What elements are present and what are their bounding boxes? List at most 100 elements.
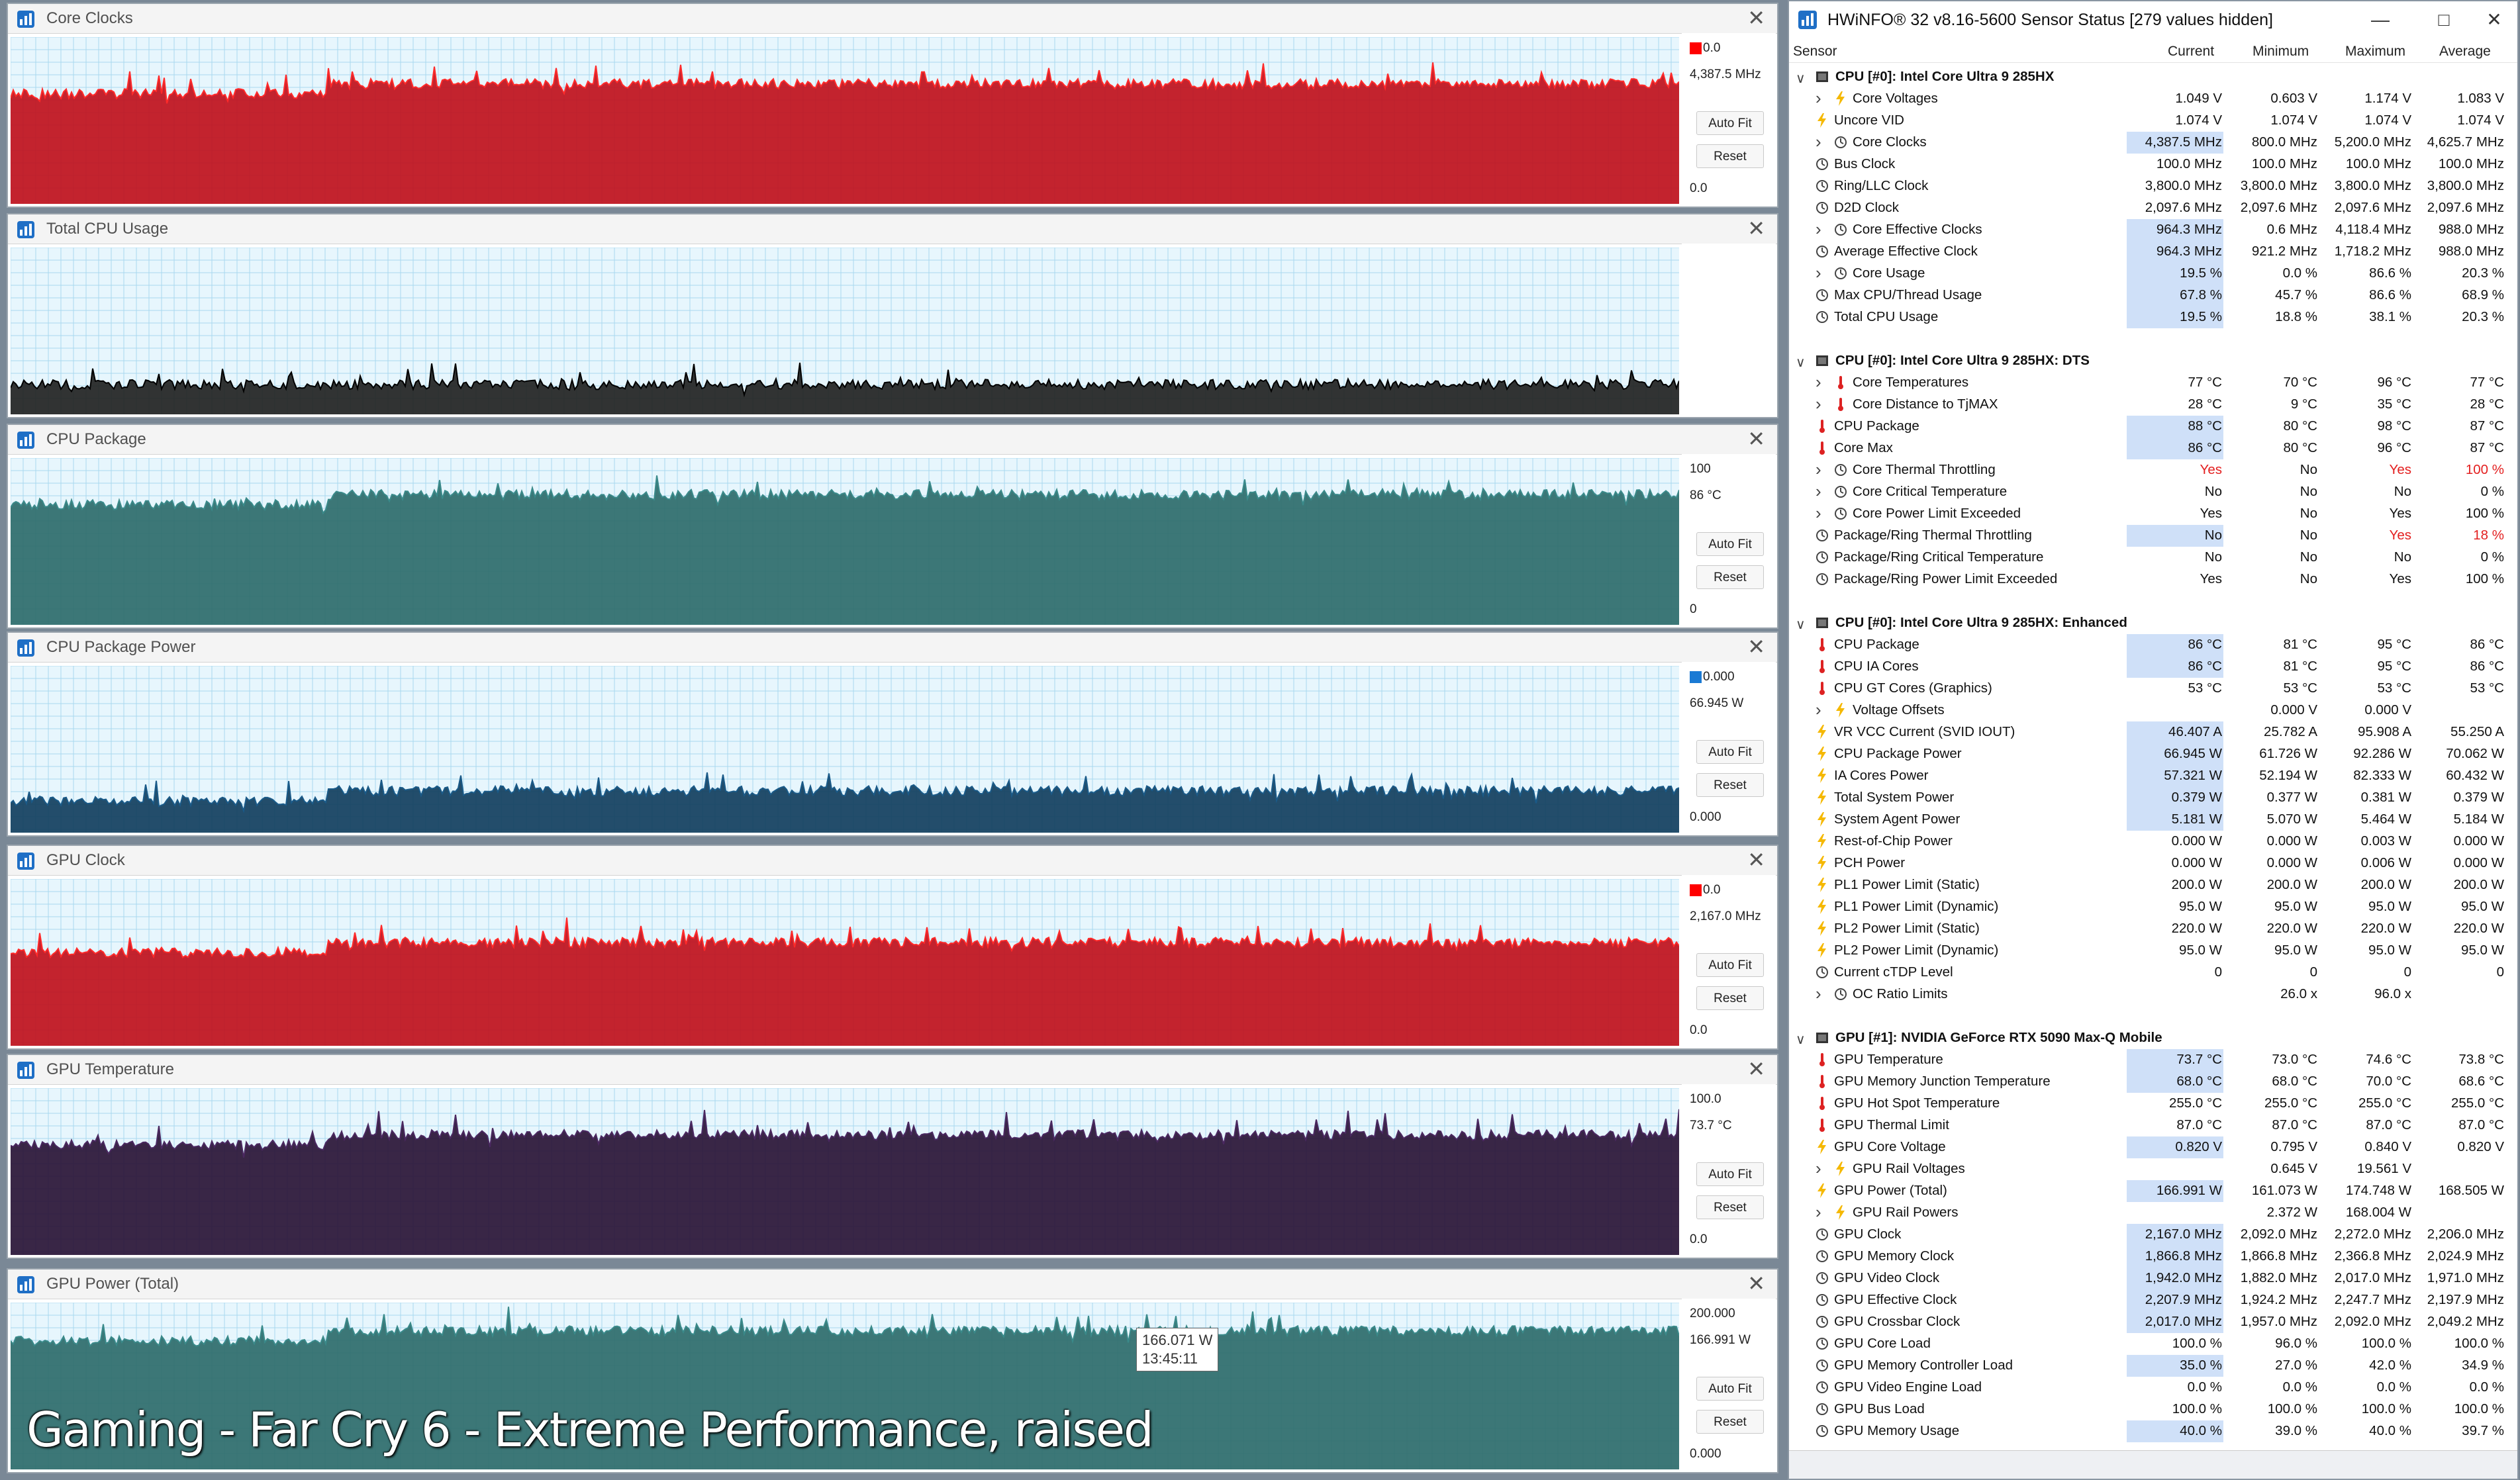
sensor-row[interactable]: Uncore VID 1.074 V 1.074 V 1.074 V 1.074 V — [1789, 110, 2517, 132]
sensor-row[interactable]: › GPU Rail Powers 2.372 W 168.004 W — [1789, 1202, 2517, 1224]
sensor-row[interactable]: CPU Package 88 °C 80 °C 98 °C 87 °C — [1789, 416, 2517, 438]
close-icon[interactable]: ✕ — [1747, 849, 1765, 871]
expand-chevron-icon[interactable]: › — [1816, 1158, 1821, 1179]
reset-button[interactable]: Reset — [1696, 986, 1764, 1010]
sensor-row[interactable]: PL1 Power Limit (Static) 200.0 W 200.0 W 20… — [1789, 874, 2517, 896]
sensor-row[interactable]: › Core Temperatures 77 °C 70 °C 96 °C 77 °C — [1789, 372, 2517, 394]
expand-chevron-icon[interactable]: › — [1816, 394, 1821, 414]
sensor-row[interactable]: GPU Hot Spot Temperature 255.0 °C 255.0 °C… — [1789, 1093, 2517, 1115]
col-current[interactable]: Current — [2168, 44, 2214, 60]
expand-chevron-icon[interactable]: › — [1816, 459, 1821, 480]
sensor-row[interactable]: System Agent Power 5.181 W 5.070 W 5.464 W 5… — [1789, 809, 2517, 831]
sensor-row[interactable]: Package/Ring Critical Temperature No No No 0… — [1789, 547, 2517, 569]
sensor-row[interactable]: Bus Clock 100.0 MHz 100.0 MHz 100.0 MHz 100.… — [1789, 154, 2517, 175]
collapse-chevron-icon[interactable]: ∨ — [1796, 616, 1806, 633]
sensor-row[interactable]: › Core Thermal Throttling Yes No Yes 100 % — [1789, 459, 2517, 481]
sensor-row[interactable]: PL2 Power Limit (Dynamic) 95.0 W 95.0 W 95.… — [1789, 940, 2517, 962]
maximize-button[interactable]: □ — [2421, 5, 2467, 34]
sensor-row[interactable]: GPU Thermal Limit 87.0 °C 87.0 °C 87.0 °C 87… — [1789, 1115, 2517, 1136]
sensor-row[interactable]: GPU Memory Clock 1,866.8 MHz 1,866.8 MHz 2,… — [1789, 1246, 2517, 1268]
sensor-row[interactable]: IA Cores Power 57.321 W 52.194 W 82.333 W 60… — [1789, 765, 2517, 787]
sensor-row[interactable]: CPU Package Power 66.945 W 61.726 W 92.286 … — [1789, 743, 2517, 765]
sensor-row[interactable]: Rest-of-Chip Power 0.000 W 0.000 W 0.003 W 0… — [1789, 831, 2517, 853]
col-minimum[interactable]: Minimum — [2253, 44, 2309, 60]
reset-button[interactable]: Reset — [1696, 565, 1764, 589]
sensor-row[interactable]: GPU Effective Clock 2,207.9 MHz 1,924.2 MH… — [1789, 1289, 2517, 1311]
sensor-row[interactable]: GPU Crossbar Clock 2,017.0 MHz 1,957.0 MHz… — [1789, 1311, 2517, 1333]
sensor-group-header[interactable]: ∨ CPU [#0]: Intel Core Ultra 9 285HX — [1789, 66, 2517, 88]
col-maximum[interactable]: Maximum — [2345, 44, 2405, 60]
auto-fit-button[interactable]: Auto Fit — [1696, 532, 1764, 556]
sensor-row[interactable]: Total System Power 0.379 W 0.377 W 0.381 W 0… — [1789, 787, 2517, 809]
close-icon[interactable]: ✕ — [1747, 635, 1765, 658]
sensor-row[interactable]: D2D Clock 2,097.6 MHz 2,097.6 MHz 2,097.6 M… — [1789, 197, 2517, 219]
expand-chevron-icon[interactable]: › — [1816, 1202, 1821, 1223]
close-icon[interactable]: ✕ — [1747, 217, 1765, 240]
reset-button[interactable]: Reset — [1696, 1410, 1764, 1434]
reset-button[interactable]: Reset — [1696, 1195, 1764, 1219]
close-icon[interactable]: ✕ — [1747, 428, 1765, 450]
sensor-row[interactable]: GPU Memory Controller Load 35.0 % 27.0 % 42… — [1789, 1355, 2517, 1377]
expand-chevron-icon[interactable]: › — [1816, 372, 1821, 393]
sensor-row[interactable]: VR VCC Current (SVID IOUT) 46.407 A 25.782… — [1789, 721, 2517, 743]
auto-fit-button[interactable]: Auto Fit — [1696, 111, 1764, 135]
sensor-row[interactable]: GPU Memory Usage 40.0 % 39.0 % 40.0 % 39.7 % — [1789, 1420, 2517, 1442]
sensor-row[interactable]: Core Max 86 °C 80 °C 96 °C 87 °C — [1789, 438, 2517, 459]
sensor-row[interactable]: Package/Ring Thermal Throttling No No Yes 18… — [1789, 525, 2517, 547]
sensor-row[interactable]: › Core Voltages 1.049 V 0.603 V 1.174 V 1.083… — [1789, 88, 2517, 110]
minimize-button[interactable]: — — [2357, 5, 2403, 34]
col-sensor[interactable]: Sensor — [1793, 44, 1837, 60]
auto-fit-button[interactable]: Auto Fit — [1696, 1377, 1764, 1401]
sensor-row[interactable]: › GPU Rail Voltages 0.645 V 19.561 V — [1789, 1158, 2517, 1180]
sensor-row[interactable]: GPU Video Engine Load 0.0 % 0.0 % 0.0 % 0.0 … — [1789, 1377, 2517, 1399]
reset-button[interactable]: Reset — [1696, 773, 1764, 797]
sensor-row[interactable]: › Core Clocks 4,387.5 MHz 800.0 MHz 5,200.0 … — [1789, 132, 2517, 154]
sensor-row[interactable]: › OC Ratio Limits 26.0 x 96.0 x — [1789, 984, 2517, 1005]
sensor-row[interactable]: Max CPU/Thread Usage 67.8 % 45.7 % 86.6 % 68… — [1789, 285, 2517, 306]
sensor-row[interactable]: Total CPU Usage 19.5 % 18.8 % 38.1 % 20.3 % — [1789, 306, 2517, 328]
sensor-row[interactable]: CPU IA Cores 86 °C 81 °C 95 °C 86 °C — [1789, 656, 2517, 678]
sensor-row[interactable]: Current cTDP Level 0 0 0 0 — [1789, 962, 2517, 984]
collapse-chevron-icon[interactable]: ∨ — [1796, 70, 1806, 87]
expand-chevron-icon[interactable]: › — [1816, 263, 1821, 283]
sensor-group-header[interactable]: ∨ GPU [#1]: NVIDIA GeForce RTX 5090 Max-Q… — [1789, 1027, 2517, 1049]
sensor-row[interactable]: GPU Power (Total) 166.991 W 161.073 W 174.7… — [1789, 1180, 2517, 1202]
close-icon[interactable]: ✕ — [1747, 1272, 1765, 1295]
sensor-row[interactable]: CPU GT Cores (Graphics) 53 °C 53 °C 53 °C 53… — [1789, 678, 2517, 700]
sensor-group-header[interactable]: ∨ CPU [#0]: Intel Core Ultra 9 285HX: Enh… — [1789, 612, 2517, 634]
auto-fit-button[interactable]: Auto Fit — [1696, 740, 1764, 764]
sensor-row[interactable]: PL1 Power Limit (Dynamic) 95.0 W 95.0 W 95.… — [1789, 896, 2517, 918]
sensor-row[interactable]: GPU Clock 2,167.0 MHz 2,092.0 MHz 2,272.0 M… — [1789, 1224, 2517, 1246]
col-average[interactable]: Average — [2439, 44, 2491, 60]
sensor-row[interactable]: › Core Effective Clocks 964.3 MHz 0.6 MHz 4,… — [1789, 219, 2517, 241]
expand-chevron-icon[interactable]: › — [1816, 219, 1821, 240]
sensor-row[interactable]: GPU Core Voltage 0.820 V 0.795 V 0.840 V 0.8… — [1789, 1136, 2517, 1158]
close-window-button[interactable]: ✕ — [2471, 5, 2517, 34]
sensor-row[interactable]: › Voltage Offsets 0.000 V 0.000 V — [1789, 700, 2517, 721]
expand-chevron-icon[interactable]: › — [1816, 503, 1821, 524]
sensor-row[interactable]: › Core Power Limit Exceeded Yes No Yes 100 % — [1789, 503, 2517, 525]
sensor-row[interactable]: GPU Video Clock 1,942.0 MHz 1,882.0 MHz 2,0… — [1789, 1268, 2517, 1289]
expand-chevron-icon[interactable]: › — [1816, 88, 1821, 109]
sensor-row[interactable]: PL2 Power Limit (Static) 220.0 W 220.0 W 22… — [1789, 918, 2517, 940]
auto-fit-button[interactable]: Auto Fit — [1696, 1162, 1764, 1186]
auto-fit-button[interactable]: Auto Fit — [1696, 953, 1764, 977]
sensor-row[interactable]: › Core Distance to TjMAX 28 °C 9 °C 35 °C 28 … — [1789, 394, 2517, 416]
sensor-row[interactable]: GPU Temperature 73.7 °C 73.0 °C 74.6 °C 73.8… — [1789, 1049, 2517, 1071]
sensor-group-header[interactable]: ∨ CPU [#0]: Intel Core Ultra 9 285HX: DTS — [1789, 350, 2517, 372]
expand-chevron-icon[interactable]: › — [1816, 700, 1821, 720]
sensor-row[interactable]: GPU Memory Junction Temperature 68.0 °C 68… — [1789, 1071, 2517, 1093]
expand-chevron-icon[interactable]: › — [1816, 132, 1821, 152]
expand-chevron-icon[interactable]: › — [1816, 984, 1821, 1004]
sensor-row[interactable]: › Core Critical Temperature No No No 0 % — [1789, 481, 2517, 503]
close-icon[interactable]: ✕ — [1747, 7, 1765, 29]
sensor-row[interactable]: Average Effective Clock 964.3 MHz 921.2 MH… — [1789, 241, 2517, 263]
reset-button[interactable]: Reset — [1696, 144, 1764, 168]
sensor-row[interactable]: Ring/LLC Clock 3,800.0 MHz 3,800.0 MHz 3,80… — [1789, 175, 2517, 197]
expand-chevron-icon[interactable]: › — [1816, 481, 1821, 502]
collapse-chevron-icon[interactable]: ∨ — [1796, 1031, 1806, 1048]
close-icon[interactable]: ✕ — [1747, 1058, 1765, 1080]
sensor-row[interactable]: GPU Core Load 100.0 % 96.0 % 100.0 % 100.0 % — [1789, 1333, 2517, 1355]
sensor-row[interactable]: GPU Bus Load 100.0 % 100.0 % 100.0 % 100.0 % — [1789, 1399, 2517, 1420]
sensor-row[interactable]: Package/Ring Power Limit Exceeded Yes No Ye… — [1789, 569, 2517, 590]
